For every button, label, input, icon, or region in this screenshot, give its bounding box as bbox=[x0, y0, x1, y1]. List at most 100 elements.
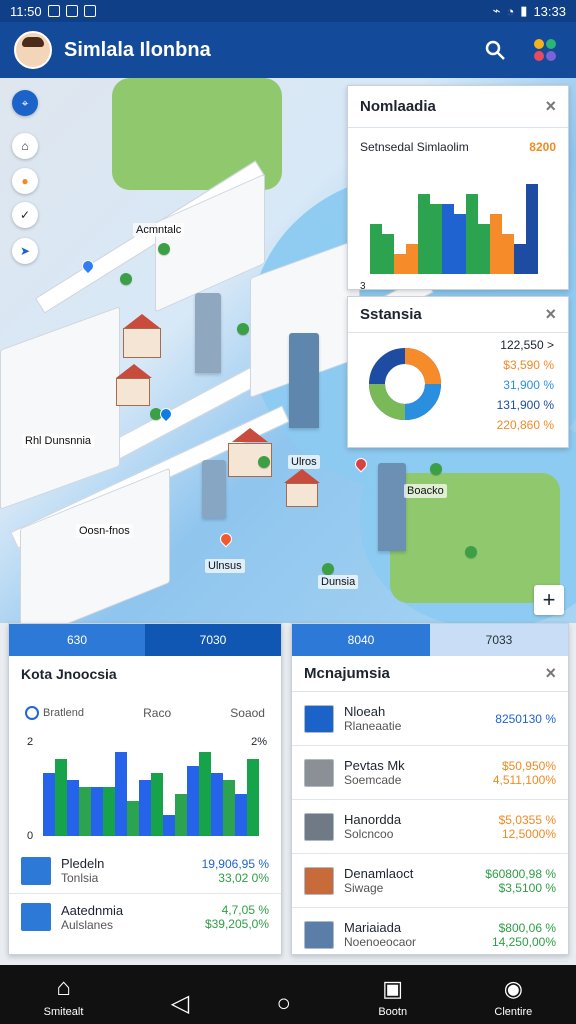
map-share-button[interactable]: ➤ bbox=[12, 238, 38, 264]
item-name: Denamlaoct bbox=[344, 866, 414, 881]
item-value: 8250130 % bbox=[495, 711, 556, 726]
chart-bar bbox=[514, 244, 526, 274]
chart-bar bbox=[466, 194, 478, 274]
y-axis-label: 2 bbox=[27, 736, 34, 748]
list-sub: Aulslanes bbox=[61, 917, 114, 932]
chart-bar bbox=[163, 815, 175, 836]
right-list-item[interactable]: Mariaiada Noenoeocaor $800,06 % 14,250,00% bbox=[292, 908, 568, 962]
chart-bar bbox=[175, 794, 187, 836]
map-label: Ulros bbox=[288, 455, 320, 469]
tab-2[interactable]: 7033 bbox=[430, 624, 568, 656]
item-name: Mariaiada bbox=[344, 920, 402, 935]
nav-other[interactable]: ▣ Bootn bbox=[378, 976, 407, 1018]
chart-bar bbox=[67, 780, 79, 836]
donut-value: 131,900 % bbox=[496, 398, 554, 412]
tab-1[interactable]: 8040 bbox=[292, 624, 430, 656]
legend-item: Raco bbox=[143, 706, 172, 720]
app-grid-icon bbox=[534, 39, 556, 61]
chart-bar bbox=[55, 759, 67, 836]
circle-icon: ○ bbox=[276, 990, 292, 1017]
item-value: $60800,98 % bbox=[485, 866, 556, 881]
chart-bar bbox=[526, 184, 538, 274]
nav-back[interactable]: ◁ bbox=[171, 989, 189, 1018]
item-name: Pevtas Mk bbox=[344, 758, 405, 773]
donut-value: 220,860 % bbox=[496, 418, 554, 432]
map-label: Acmntalc bbox=[133, 223, 185, 237]
donut-card: Sstansia × 122,550 > $3,590 % 31,900 % 13… bbox=[347, 296, 569, 448]
donut-value: $3,590 % bbox=[503, 358, 554, 372]
nav-label: Smitealt bbox=[43, 1006, 84, 1018]
chart-bar bbox=[430, 204, 442, 274]
battery-icon: ▮ bbox=[520, 3, 528, 18]
item-sub: Noenoeocaor bbox=[344, 935, 417, 949]
card-title: Sstansia bbox=[360, 306, 422, 323]
chart-bar bbox=[247, 759, 259, 836]
item-sub: Soemcade bbox=[344, 773, 402, 787]
right-list-item[interactable]: Pevtas Mk Soemcade $50,950% 4,511,100% bbox=[292, 746, 568, 800]
list-name: Aatednmia bbox=[61, 902, 124, 918]
chart-bar bbox=[235, 794, 247, 836]
item-sub: Solcncoo bbox=[344, 827, 394, 841]
status-time: 11:50 bbox=[10, 3, 42, 19]
search-button[interactable] bbox=[478, 33, 512, 67]
chart-bar bbox=[382, 234, 394, 274]
item-value2: 4,511,100% bbox=[492, 772, 556, 787]
chart-bar bbox=[490, 214, 502, 274]
message-icon bbox=[21, 903, 51, 931]
nav-label: Bootn bbox=[378, 1006, 408, 1018]
tab-2[interactable]: 7030 bbox=[145, 624, 281, 656]
list-value: 19,906,95 % bbox=[201, 856, 269, 871]
item-sub: Rlaneaatie bbox=[344, 719, 402, 733]
chart-bar bbox=[151, 773, 163, 836]
chart-bar bbox=[478, 224, 490, 274]
top-right-card: Nomlaadia × Setnsedal Simlaolim 8200 3 bbox=[347, 85, 569, 292]
donut-value: 122,550 > bbox=[500, 338, 554, 352]
nav-home-circle[interactable]: ○ bbox=[277, 990, 292, 1018]
map-label: Oosn-fnos bbox=[76, 524, 133, 538]
map-filter-button[interactable]: ⌖ bbox=[12, 90, 38, 116]
chart-bar bbox=[199, 752, 211, 836]
map-location-button[interactable]: ⌂ bbox=[12, 133, 38, 159]
wifi-icon: ◔ bbox=[506, 3, 515, 19]
bar-chart: 3 bbox=[360, 174, 556, 292]
status-clock: 13:33 bbox=[533, 3, 566, 19]
menu-button[interactable] bbox=[528, 33, 562, 67]
chart-bar bbox=[91, 787, 103, 836]
map-label: Rhl Dunsnnia bbox=[22, 434, 95, 448]
item-value2: 14,250,00% bbox=[491, 934, 556, 949]
close-icon[interactable]: × bbox=[545, 96, 556, 117]
avatar[interactable] bbox=[14, 31, 52, 69]
chart-bar bbox=[418, 194, 430, 274]
right-list-item[interactable]: Hanordda Solcncoo $5,0355 % 12,5000% bbox=[292, 800, 568, 854]
legend-item: Bratlend bbox=[43, 707, 84, 719]
right-list-item[interactable]: Nloeah Rlaneaatie 8250130 % bbox=[292, 692, 568, 746]
map-route-button[interactable]: ✓ bbox=[12, 202, 38, 228]
right-list-item[interactable]: Denamlaoct Siwage $60800,98 % $3,5100 % bbox=[292, 854, 568, 908]
close-icon[interactable]: × bbox=[545, 304, 556, 325]
map-orange-button[interactable]: ● bbox=[12, 168, 38, 194]
nav-home[interactable]: ⌂ Smitealt bbox=[44, 974, 84, 1018]
right-panel: 8040 7033 Mcnajumsia × Nloeah Rlaneaatie 8… bbox=[291, 623, 569, 962]
app-icon bbox=[47, 5, 60, 17]
app-icon bbox=[83, 5, 96, 17]
app-icon bbox=[65, 5, 78, 17]
nav-profile[interactable]: ◉ Clentire bbox=[494, 976, 532, 1018]
y-axis-label: 2% bbox=[251, 736, 267, 748]
close-icon[interactable]: × bbox=[545, 663, 556, 684]
chart-bar bbox=[394, 254, 406, 274]
chart-bar bbox=[211, 773, 223, 836]
y-axis-label: 0 bbox=[27, 830, 34, 842]
zoom-in-button[interactable]: + bbox=[534, 585, 564, 615]
chart-bar bbox=[223, 780, 235, 836]
list-value: 4,7,05 % bbox=[221, 903, 269, 917]
thumbnail-icon bbox=[304, 704, 334, 733]
chart-bar bbox=[454, 214, 466, 274]
item-name: Hanordda bbox=[344, 812, 402, 827]
axis-label: 3 bbox=[360, 281, 366, 292]
legend-item: Soaod bbox=[230, 706, 265, 720]
list-name: Pledeln bbox=[61, 856, 105, 871]
map-label: Dunsia bbox=[318, 575, 359, 589]
tab-1[interactable]: 630 bbox=[9, 624, 145, 656]
bluetooth-icon: ⌁ bbox=[492, 3, 501, 18]
list-sub: Tonlsia bbox=[61, 871, 99, 885]
